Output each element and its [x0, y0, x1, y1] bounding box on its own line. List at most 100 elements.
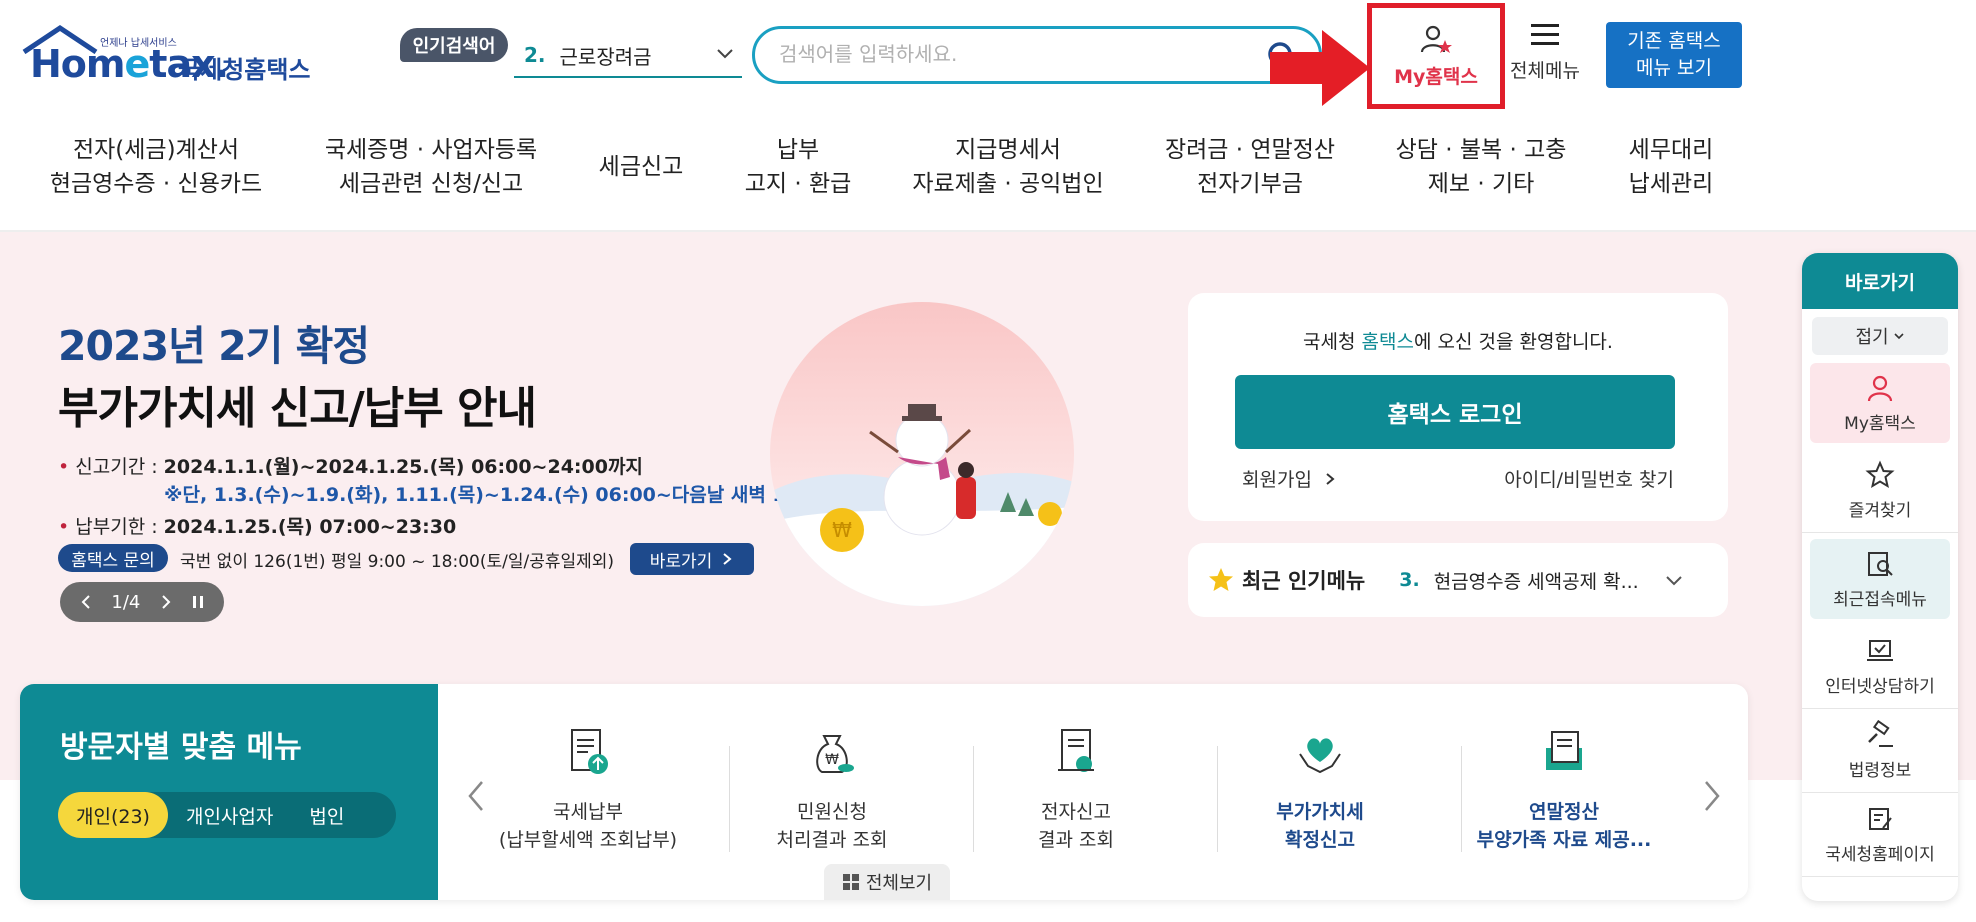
next-slide-icon[interactable]: [159, 594, 173, 610]
menu-vat-filing[interactable]: 부가가치세 확정신고: [1198, 724, 1442, 874]
pause-icon[interactable]: [191, 594, 205, 610]
menu-line1: 민원신청: [797, 801, 867, 823]
main-navigation: 전자(세금)계산서 현금영수증 · 신용카드 국세증명 · 사업자등록 세금관련 신…: [0, 128, 1976, 210]
signup-link[interactable]: 회원가입: [1242, 465, 1336, 492]
menu-line2: 결과 조회: [1038, 829, 1114, 851]
search-input[interactable]: [779, 29, 1239, 79]
quick-nts-homepage[interactable]: 국세청홈페이지: [1802, 793, 1958, 877]
next-menu-arrow-icon[interactable]: [1696, 776, 1726, 816]
hero-period: • 신고기간 : 2024.1.1.(월)~2024.1.25.(목) 06:0…: [58, 456, 643, 478]
folder-document-icon: [1546, 731, 1582, 770]
gnb-item-payment-statement[interactable]: 지급명세서 자료제출 · 공익법인: [912, 133, 1103, 201]
menu-line1: 연말정산: [1529, 801, 1599, 823]
hero-go-button[interactable]: 바로가기: [630, 543, 754, 575]
popular-search-badge: 인기검색어: [400, 28, 508, 62]
gnb-item-e-invoice[interactable]: 전자(세금)계산서 현금영수증 · 신용카드: [50, 133, 262, 201]
old-hometax-menu-button[interactable]: 기존 홈택스 메뉴 보기: [1606, 22, 1742, 88]
quick-item-label: 법령정보: [1848, 761, 1912, 781]
hometax-logo[interactable]: 언제나 납세서비스 Hometax. 국세청홈택스: [22, 24, 312, 94]
user-icon: [1867, 375, 1893, 401]
menu-civil-petition[interactable]: ₩ 민원신청 처리결과 조회: [710, 724, 954, 874]
hamburger-menu-icon: [1531, 24, 1559, 45]
hero-title-line1[interactable]: 2023년 2기 확정: [58, 312, 370, 372]
search-document-icon: [1058, 729, 1094, 772]
popular-term: 근로장려금: [559, 44, 652, 69]
quick-item-label: 인터넷상담하기: [1825, 677, 1935, 697]
all-menu-button[interactable]: 전체메뉴: [1502, 22, 1588, 92]
contact-pill: 홈택스 문의: [58, 544, 168, 572]
quick-item-label: My홈택스: [1844, 413, 1916, 434]
tab-corporation[interactable]: 법인: [291, 792, 362, 838]
chevron-down-icon: [1893, 333, 1904, 340]
menu-line2: 부양가족 자료 제공...: [1476, 829, 1652, 851]
quick-recent-menu[interactable]: 최근접속메뉴: [1810, 539, 1950, 619]
gnb-item-tax-filing[interactable]: 세금신고: [599, 150, 684, 184]
quick-online-consult[interactable]: 인터넷상담하기: [1802, 625, 1958, 709]
all-menu-label: 전체메뉴: [1510, 60, 1580, 82]
popular-menu-item: 현금영수증 세액공제 확...: [1433, 570, 1639, 593]
money-bag-icon: ₩: [816, 735, 854, 773]
search-box: [752, 26, 1322, 84]
quick-item-label: 최근접속메뉴: [1833, 589, 1927, 610]
welcome-text: 국세청 홈택스에 오신 것을 환영합니다.: [1303, 331, 1613, 353]
user-star-icon: [1420, 25, 1452, 53]
hero-title-line2[interactable]: 부가가치세 신고/납부 안내: [58, 372, 537, 436]
my-hometax-label: My홈택스: [1394, 65, 1478, 88]
old-menu-line2: 메뉴 보기: [1636, 57, 1712, 79]
hero-go-label: 바로가기: [649, 551, 713, 572]
chevron-down-icon: [717, 49, 733, 59]
menu-year-end-settlement[interactable]: 연말정산 부양가족 자료 제공...: [1442, 724, 1686, 874]
menu-line1: 전자신고: [1041, 801, 1111, 823]
my-hometax-button[interactable]: My홈택스: [1367, 3, 1505, 109]
view-all-button[interactable]: 전체보기: [824, 864, 950, 900]
tab-individual[interactable]: 개인(23): [58, 792, 168, 838]
popular-rank: 2.: [524, 43, 546, 67]
old-menu-line1: 기존 홈택스: [1627, 30, 1721, 52]
recent-popular-menu[interactable]: 최근 인기메뉴 3. 현금영수증 세액공제 확...: [1188, 543, 1728, 617]
edit-document-icon: [1869, 808, 1892, 830]
gnb-item-consulting[interactable]: 상담 · 불복 · 고충 제보 · 기타: [1396, 133, 1567, 201]
header: 언제나 납세서비스 Hometax. 국세청홈택스 인기검색어 2. 근로장려금…: [0, 0, 1976, 110]
document-upload-icon: [571, 729, 608, 774]
quick-my-hometax[interactable]: My홈택스: [1810, 363, 1950, 443]
quick-item-label: 국세청홈페이지: [1825, 845, 1935, 865]
gnb-item-certificate[interactable]: 국세증명 · 사업자등록 세금관련 신청/신고: [325, 133, 537, 201]
chevron-down-icon: [1665, 576, 1682, 586]
view-all-label: 전체보기: [865, 873, 933, 894]
star-icon: [1209, 568, 1233, 591]
logo-korean-name: 국세청홈택스: [178, 56, 311, 84]
chevron-right-icon: [1326, 473, 1335, 485]
star-outline-icon: [1865, 460, 1895, 489]
login-card: 국세청 홈택스에 오신 것을 환영합니다. 홈택스 로그인 회원가입 아이디/비…: [1188, 293, 1728, 521]
recent-search-icon: [1868, 551, 1893, 576]
gnb-item-payment[interactable]: 납부 고지 · 환급: [745, 133, 852, 201]
visitor-tabs: 개인(23) 개인사업자 법인: [58, 792, 396, 838]
heart-hands-icon: [1299, 738, 1341, 774]
menu-line2: 처리결과 조회: [776, 829, 888, 851]
quick-favorites[interactable]: 즐겨찾기: [1802, 449, 1958, 533]
svg-text:₩: ₩: [832, 518, 852, 542]
menu-e-filing-result[interactable]: 전자신고 결과 조회: [954, 724, 1198, 874]
visitor-menu-title: 방문자별 맞춤 메뉴: [60, 730, 302, 765]
gnb-item-incentive[interactable]: 장려금 · 연말정산 전자기부금: [1165, 133, 1335, 201]
tab-individual-business[interactable]: 개인사업자: [168, 792, 291, 838]
menu-line2: (납부할세액 조회납부): [498, 829, 678, 851]
grid-icon: [842, 874, 859, 890]
pager-count: 1/4: [111, 591, 141, 613]
popular-search-select[interactable]: 2. 근로장려금: [514, 34, 742, 78]
find-id-password-link[interactable]: 아이디/비밀번호 찾기: [1504, 465, 1674, 492]
contact-text: 국번 없이 126(1번) 평일 9:00 ~ 18:00(토/일/공휴일제외): [180, 552, 615, 572]
quick-fold-button[interactable]: 접기: [1812, 317, 1948, 355]
prev-slide-icon[interactable]: [79, 594, 93, 610]
hometax-login-button[interactable]: 홈택스 로그인: [1235, 375, 1675, 449]
quick-item-label: 즐겨찾기: [1848, 501, 1912, 521]
red-arrow-pointer: [1270, 30, 1370, 106]
visitor-menu-header: 방문자별 맞춤 메뉴 개인(23) 개인사업자 법인: [20, 684, 438, 900]
quick-links-title: 바로가기: [1802, 253, 1958, 309]
quick-law-info[interactable]: 법령정보: [1802, 709, 1958, 793]
fold-label: 접기: [1855, 327, 1889, 348]
menu-tax-payment[interactable]: 국세납부 (납부할세액 조회납부): [466, 724, 710, 874]
hero-period-note: ※단, 1.3.(수)~1.9.(화), 1.11.(목)~1.24.(수) 0…: [164, 484, 820, 506]
gnb-item-tax-agent[interactable]: 세무대리 납세관리: [1629, 133, 1714, 201]
quick-links-panel: 바로가기 접기 My홈택스 즐겨찾기 최근접속메뉴 인터넷상담하기 법령정보 국…: [1802, 253, 1958, 901]
